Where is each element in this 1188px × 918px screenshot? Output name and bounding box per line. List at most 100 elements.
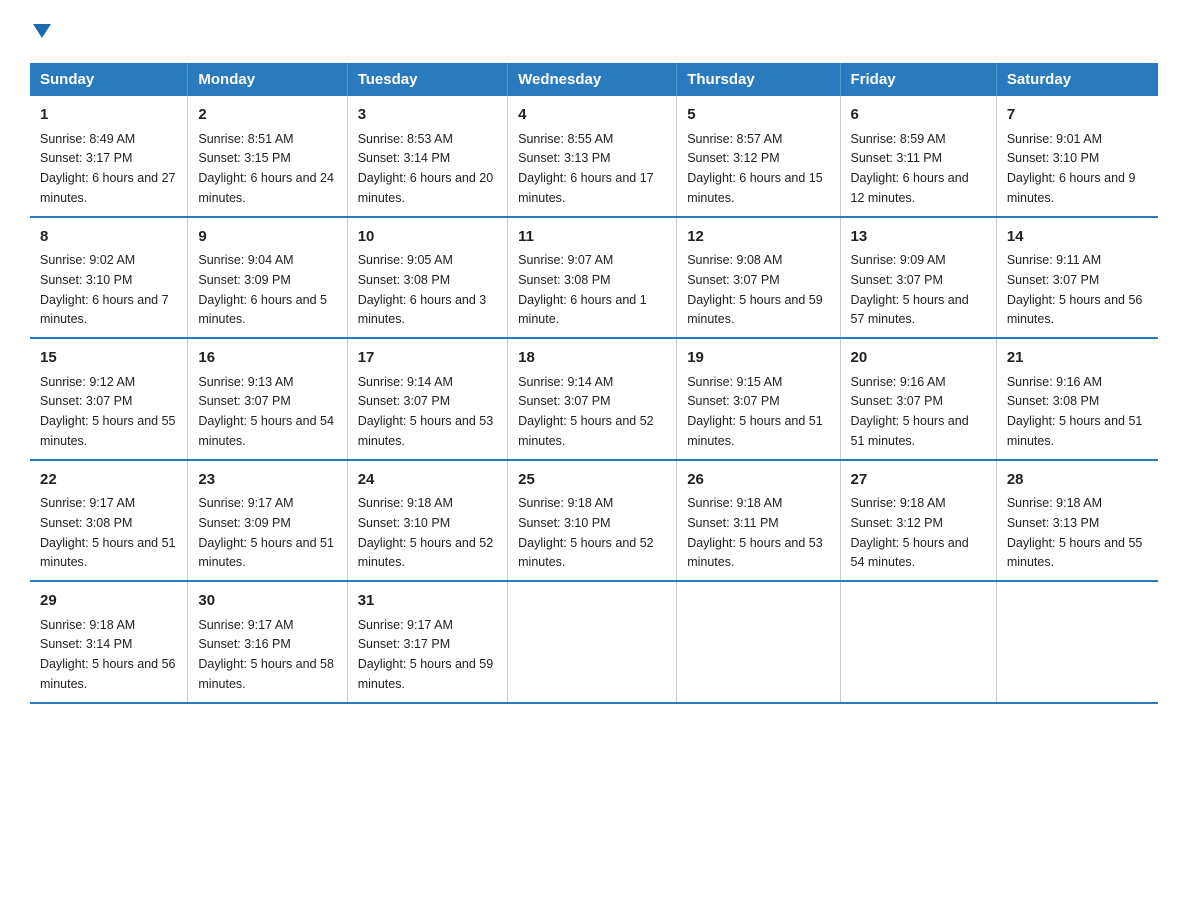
- day-number: 13: [851, 226, 986, 249]
- day-number: 14: [1007, 226, 1148, 249]
- calendar-cell: 1 Sunrise: 8:49 AMSunset: 3:17 PMDayligh…: [30, 96, 188, 217]
- day-number: 9: [198, 226, 336, 249]
- calendar-table: SundayMondayTuesdayWednesdayThursdayFrid…: [30, 63, 1158, 704]
- day-info: Sunrise: 9:13 AMSunset: 3:07 PMDaylight:…: [198, 375, 334, 448]
- day-info: Sunrise: 9:16 AMSunset: 3:08 PMDaylight:…: [1007, 375, 1143, 448]
- calendar-cell: 22 Sunrise: 9:17 AMSunset: 3:08 PMDaylig…: [30, 460, 188, 582]
- day-info: Sunrise: 8:57 AMSunset: 3:12 PMDaylight:…: [687, 132, 823, 205]
- calendar-cell: 16 Sunrise: 9:13 AMSunset: 3:07 PMDaylig…: [188, 338, 347, 460]
- header-sunday: Sunday: [30, 63, 188, 96]
- calendar-cell: 19 Sunrise: 9:15 AMSunset: 3:07 PMDaylig…: [677, 338, 840, 460]
- day-number: 1: [40, 104, 177, 127]
- calendar-cell: 4 Sunrise: 8:55 AMSunset: 3:13 PMDayligh…: [508, 96, 677, 217]
- calendar-cell: [840, 581, 996, 703]
- week-row-1: 1 Sunrise: 8:49 AMSunset: 3:17 PMDayligh…: [30, 96, 1158, 217]
- day-info: Sunrise: 9:17 AMSunset: 3:16 PMDaylight:…: [198, 618, 334, 691]
- day-number: 22: [40, 469, 177, 492]
- logo: [30, 20, 51, 43]
- day-info: Sunrise: 8:55 AMSunset: 3:13 PMDaylight:…: [518, 132, 654, 205]
- day-number: 17: [358, 347, 497, 370]
- calendar-cell: 30 Sunrise: 9:17 AMSunset: 3:16 PMDaylig…: [188, 581, 347, 703]
- day-info: Sunrise: 9:15 AMSunset: 3:07 PMDaylight:…: [687, 375, 823, 448]
- calendar-cell: 28 Sunrise: 9:18 AMSunset: 3:13 PMDaylig…: [996, 460, 1158, 582]
- day-info: Sunrise: 9:08 AMSunset: 3:07 PMDaylight:…: [687, 253, 823, 326]
- day-info: Sunrise: 8:51 AMSunset: 3:15 PMDaylight:…: [198, 132, 334, 205]
- day-number: 20: [851, 347, 986, 370]
- day-number: 6: [851, 104, 986, 127]
- day-info: Sunrise: 9:17 AMSunset: 3:17 PMDaylight:…: [358, 618, 494, 691]
- calendar-cell: 11 Sunrise: 9:07 AMSunset: 3:08 PMDaylig…: [508, 217, 677, 339]
- day-info: Sunrise: 9:17 AMSunset: 3:08 PMDaylight:…: [40, 496, 176, 569]
- calendar-cell: 2 Sunrise: 8:51 AMSunset: 3:15 PMDayligh…: [188, 96, 347, 217]
- calendar-cell: 27 Sunrise: 9:18 AMSunset: 3:12 PMDaylig…: [840, 460, 996, 582]
- day-number: 15: [40, 347, 177, 370]
- day-info: Sunrise: 8:59 AMSunset: 3:11 PMDaylight:…: [851, 132, 969, 205]
- calendar-cell: 26 Sunrise: 9:18 AMSunset: 3:11 PMDaylig…: [677, 460, 840, 582]
- day-number: 27: [851, 469, 986, 492]
- calendar-cell: 25 Sunrise: 9:18 AMSunset: 3:10 PMDaylig…: [508, 460, 677, 582]
- calendar-cell: 21 Sunrise: 9:16 AMSunset: 3:08 PMDaylig…: [996, 338, 1158, 460]
- week-row-3: 15 Sunrise: 9:12 AMSunset: 3:07 PMDaylig…: [30, 338, 1158, 460]
- day-number: 8: [40, 226, 177, 249]
- day-number: 28: [1007, 469, 1148, 492]
- header-thursday: Thursday: [677, 63, 840, 96]
- calendar-cell: 3 Sunrise: 8:53 AMSunset: 3:14 PMDayligh…: [347, 96, 507, 217]
- day-number: 19: [687, 347, 829, 370]
- day-number: 24: [358, 469, 497, 492]
- day-number: 30: [198, 590, 336, 613]
- calendar-cell: [996, 581, 1158, 703]
- day-info: Sunrise: 9:17 AMSunset: 3:09 PMDaylight:…: [198, 496, 334, 569]
- day-info: Sunrise: 9:11 AMSunset: 3:07 PMDaylight:…: [1007, 253, 1143, 326]
- day-number: 25: [518, 469, 666, 492]
- day-info: Sunrise: 9:18 AMSunset: 3:10 PMDaylight:…: [358, 496, 494, 569]
- day-number: 18: [518, 347, 666, 370]
- day-info: Sunrise: 9:14 AMSunset: 3:07 PMDaylight:…: [358, 375, 494, 448]
- day-number: 29: [40, 590, 177, 613]
- week-row-5: 29 Sunrise: 9:18 AMSunset: 3:14 PMDaylig…: [30, 581, 1158, 703]
- day-info: Sunrise: 9:18 AMSunset: 3:10 PMDaylight:…: [518, 496, 654, 569]
- calendar-cell: 29 Sunrise: 9:18 AMSunset: 3:14 PMDaylig…: [30, 581, 188, 703]
- calendar-header-row: SundayMondayTuesdayWednesdayThursdayFrid…: [30, 63, 1158, 96]
- header-wednesday: Wednesday: [508, 63, 677, 96]
- day-info: Sunrise: 9:18 AMSunset: 3:14 PMDaylight:…: [40, 618, 176, 691]
- logo-arrow-icon: [33, 24, 51, 43]
- day-number: 12: [687, 226, 829, 249]
- calendar-cell: 15 Sunrise: 9:12 AMSunset: 3:07 PMDaylig…: [30, 338, 188, 460]
- week-row-4: 22 Sunrise: 9:17 AMSunset: 3:08 PMDaylig…: [30, 460, 1158, 582]
- day-info: Sunrise: 9:12 AMSunset: 3:07 PMDaylight:…: [40, 375, 176, 448]
- day-info: Sunrise: 9:16 AMSunset: 3:07 PMDaylight:…: [851, 375, 969, 448]
- header-friday: Friday: [840, 63, 996, 96]
- day-number: 26: [687, 469, 829, 492]
- day-info: Sunrise: 8:53 AMSunset: 3:14 PMDaylight:…: [358, 132, 494, 205]
- page-header: [30, 20, 1158, 43]
- day-info: Sunrise: 9:18 AMSunset: 3:11 PMDaylight:…: [687, 496, 823, 569]
- day-info: Sunrise: 9:09 AMSunset: 3:07 PMDaylight:…: [851, 253, 969, 326]
- day-info: Sunrise: 9:18 AMSunset: 3:12 PMDaylight:…: [851, 496, 969, 569]
- calendar-cell: 5 Sunrise: 8:57 AMSunset: 3:12 PMDayligh…: [677, 96, 840, 217]
- week-row-2: 8 Sunrise: 9:02 AMSunset: 3:10 PMDayligh…: [30, 217, 1158, 339]
- day-number: 10: [358, 226, 497, 249]
- day-number: 31: [358, 590, 497, 613]
- calendar-cell: 12 Sunrise: 9:08 AMSunset: 3:07 PMDaylig…: [677, 217, 840, 339]
- day-info: Sunrise: 9:07 AMSunset: 3:08 PMDaylight:…: [518, 253, 647, 326]
- day-info: Sunrise: 9:01 AMSunset: 3:10 PMDaylight:…: [1007, 132, 1136, 205]
- calendar-cell: [508, 581, 677, 703]
- day-number: 3: [358, 104, 497, 127]
- calendar-cell: 23 Sunrise: 9:17 AMSunset: 3:09 PMDaylig…: [188, 460, 347, 582]
- day-info: Sunrise: 9:02 AMSunset: 3:10 PMDaylight:…: [40, 253, 169, 326]
- day-info: Sunrise: 8:49 AMSunset: 3:17 PMDaylight:…: [40, 132, 176, 205]
- calendar-cell: 31 Sunrise: 9:17 AMSunset: 3:17 PMDaylig…: [347, 581, 507, 703]
- calendar-cell: 13 Sunrise: 9:09 AMSunset: 3:07 PMDaylig…: [840, 217, 996, 339]
- calendar-cell: 7 Sunrise: 9:01 AMSunset: 3:10 PMDayligh…: [996, 96, 1158, 217]
- calendar-cell: 18 Sunrise: 9:14 AMSunset: 3:07 PMDaylig…: [508, 338, 677, 460]
- header-monday: Monday: [188, 63, 347, 96]
- day-number: 7: [1007, 104, 1148, 127]
- day-info: Sunrise: 9:14 AMSunset: 3:07 PMDaylight:…: [518, 375, 654, 448]
- calendar-cell: 17 Sunrise: 9:14 AMSunset: 3:07 PMDaylig…: [347, 338, 507, 460]
- day-number: 5: [687, 104, 829, 127]
- calendar-cell: 6 Sunrise: 8:59 AMSunset: 3:11 PMDayligh…: [840, 96, 996, 217]
- calendar-cell: 20 Sunrise: 9:16 AMSunset: 3:07 PMDaylig…: [840, 338, 996, 460]
- day-info: Sunrise: 9:05 AMSunset: 3:08 PMDaylight:…: [358, 253, 487, 326]
- header-tuesday: Tuesday: [347, 63, 507, 96]
- calendar-cell: 14 Sunrise: 9:11 AMSunset: 3:07 PMDaylig…: [996, 217, 1158, 339]
